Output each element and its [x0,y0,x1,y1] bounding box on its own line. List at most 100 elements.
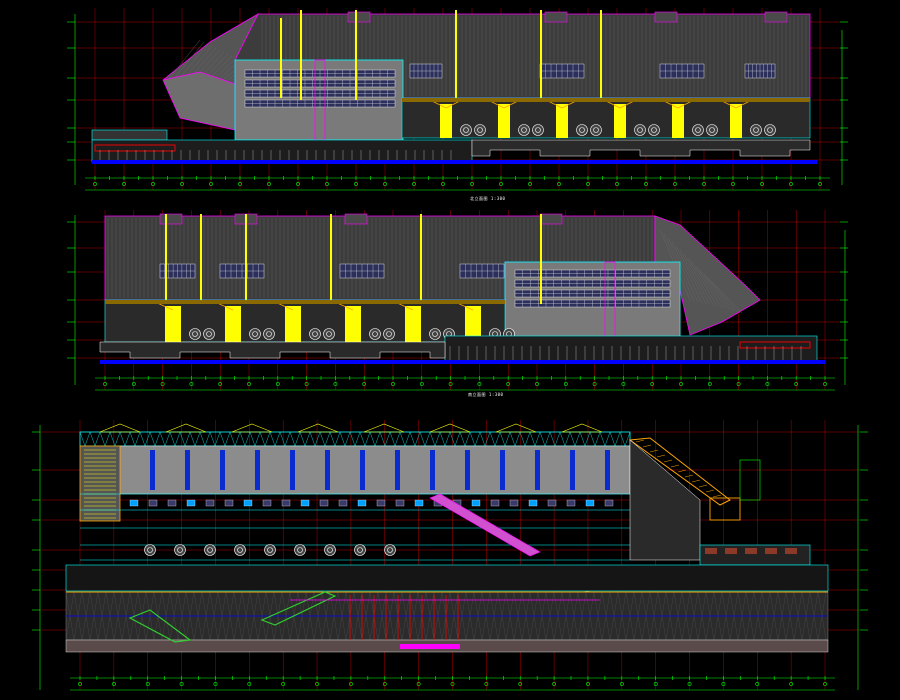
equipment-unit [395,499,405,507]
roof-monitor [764,11,788,23]
blue-column [220,450,225,490]
yellow-leader [165,214,167,304]
boiler-drum [648,124,660,136]
blue-column [150,450,155,490]
boiler-drum [634,124,646,136]
blue-column [325,450,330,490]
foundation-line [100,360,825,364]
boiler-drum [234,544,246,556]
equipment-unit [186,499,196,507]
equipment-unit [357,499,367,507]
yellow-column [285,306,301,342]
roof-monitor [344,213,368,225]
yellow-leader [355,10,357,100]
red-equipment [785,548,797,554]
annex-roof [91,129,168,141]
equipment-unit [490,499,500,507]
boiler-drum [692,124,704,136]
roof-monitor [654,11,678,23]
equipment-unit [205,499,215,507]
blue-column [255,450,260,490]
boiler-drum [474,124,486,136]
boiler-drum [204,544,216,556]
boiler-drum [189,328,201,340]
red-equipment [725,548,737,554]
boiler-drum [324,544,336,556]
yellow-leader [330,214,332,304]
blue-column [430,450,435,490]
boiler-drum [764,124,776,136]
blue-column [395,450,400,490]
blue-column [185,450,190,490]
boiler-drum [384,544,396,556]
roof-monitor [347,11,371,23]
yellow-column [730,104,742,138]
equipment-unit [129,499,139,507]
equipment-unit [281,499,291,507]
blue-column [605,450,610,490]
boiler-drum [576,124,588,136]
boiler-drum [532,124,544,136]
yellow-column [405,306,421,342]
equipment-unit [300,499,310,507]
blue-column [360,450,365,490]
yellow-leader [540,10,542,100]
yellow-column [345,306,361,342]
boiler-hall-wall [119,445,631,495]
yellow-column [440,104,452,138]
red-equipment [745,548,757,554]
blue-column [535,450,540,490]
boiler-drum [590,124,602,136]
cad-drawing-canvas [0,0,900,700]
equipment-unit [604,499,614,507]
roof-monitor [539,213,563,225]
boiler-drum [294,544,306,556]
canopy-edge [105,300,505,304]
equipment-unit [167,499,177,507]
yellow-column [556,104,568,138]
yellow-column [225,306,241,342]
yellow-column [498,104,510,138]
boiler-drum [354,544,366,556]
equipment-unit [243,499,253,507]
red-equipment [705,548,717,554]
boiler-drum [144,544,156,556]
equipment-unit [414,499,424,507]
equipment-unit [471,499,481,507]
boiler-drum [518,124,530,136]
roof-monitor [544,11,568,23]
drain-channel [400,644,460,649]
boiler-drum [383,328,395,340]
elevation-2-caption: 南立面图 1:300 [468,392,504,397]
yellow-leader [455,10,457,100]
boiler-drum [249,328,261,340]
equipment-unit [528,499,538,507]
equipment-unit [509,499,519,507]
boiler-drum [309,328,321,340]
yellow-leader [600,10,602,100]
equipment-unit [376,499,386,507]
yellow-leader [245,214,247,304]
boiler-drum [429,328,441,340]
equipment-unit [224,499,234,507]
ground-floor-podium [444,335,818,363]
equipment-unit [566,499,576,507]
yellow-leader [200,214,202,304]
boiler-drum [750,124,762,136]
equipment-unit [547,499,557,507]
boiler-drum [369,328,381,340]
boiler-drum [460,124,472,136]
equipment-unit [338,499,348,507]
yellow-leader [280,18,282,98]
foundation-line [92,160,817,164]
canopy-edge [402,98,810,102]
boiler-drum [263,328,275,340]
yellow-column [614,104,626,138]
roof-monitor [159,213,183,225]
boiler-drum [174,544,186,556]
yellow-leader [540,214,542,304]
yellow-leader [300,10,302,100]
equipment-unit [319,499,329,507]
yellow-column [672,104,684,138]
boiler-drum [264,544,276,556]
